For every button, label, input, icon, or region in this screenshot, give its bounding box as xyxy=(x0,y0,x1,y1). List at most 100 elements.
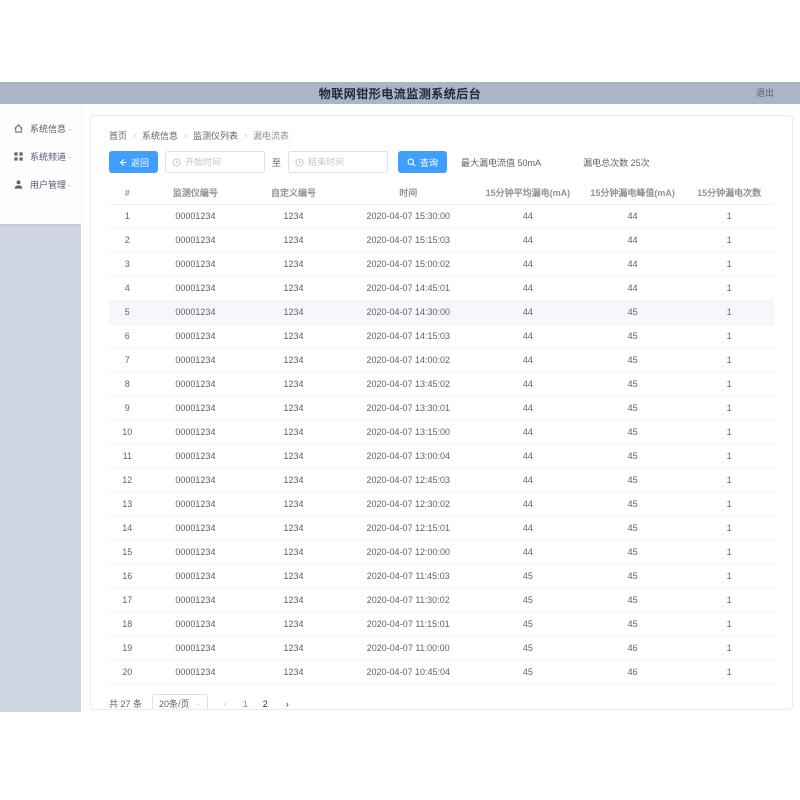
table-cell: 46 xyxy=(581,636,684,660)
clock-icon xyxy=(172,158,181,167)
prev-page-button[interactable]: ‹ xyxy=(220,699,230,709)
table-row[interactable]: 80000123412342020-04-07 13:45:0244451 xyxy=(109,372,774,396)
table-row[interactable]: 40000123412342020-04-07 14:45:0144441 xyxy=(109,276,774,300)
table-cell: 2020-04-07 12:15:01 xyxy=(342,516,475,540)
table-row[interactable]: 140000123412342020-04-07 12:15:0144451 xyxy=(109,516,774,540)
table-cell: 20 xyxy=(109,660,146,684)
sidebar-item-label: 系统信息 xyxy=(30,122,66,135)
table-cell: 2020-04-07 10:45:04 xyxy=(342,660,475,684)
table-cell: 2020-04-07 11:00:00 xyxy=(342,636,475,660)
table-cell: 45 xyxy=(581,444,684,468)
table-cell: 2020-04-07 15:00:02 xyxy=(342,252,475,276)
table-cell: 1 xyxy=(684,660,774,684)
table-cell: 1234 xyxy=(245,276,341,300)
table-row[interactable]: 70000123412342020-04-07 14:00:0244451 xyxy=(109,348,774,372)
col-header-leak-count: 15分钟漏电次数 xyxy=(684,182,774,204)
table-cell: 1 xyxy=(684,300,774,324)
start-time-field[interactable] xyxy=(185,157,258,167)
page-number-button[interactable]: 1 xyxy=(240,699,250,709)
table-row[interactable]: 200000123412342020-04-07 10:45:0445461 xyxy=(109,660,774,684)
table-cell: 45 xyxy=(475,588,581,612)
table-row[interactable]: 10000123412342020-04-07 15:30:0044441 xyxy=(109,204,774,228)
breadcrumb-item-monitor-list[interactable]: 监测仪列表 xyxy=(193,129,238,142)
table-cell: 3 xyxy=(109,252,146,276)
table-cell: 1 xyxy=(684,372,774,396)
table-row[interactable]: 110000123412342020-04-07 13:00:0444451 xyxy=(109,444,774,468)
table-row[interactable]: 120000123412342020-04-07 12:45:0344451 xyxy=(109,468,774,492)
table-cell: 1 xyxy=(109,204,146,228)
table-row[interactable]: 90000123412342020-04-07 13:30:0144451 xyxy=(109,396,774,420)
table-cell: 2020-04-07 11:30:02 xyxy=(342,588,475,612)
table-cell: 1 xyxy=(684,636,774,660)
table-row[interactable]: 130000123412342020-04-07 12:30:0244451 xyxy=(109,492,774,516)
table-cell: 00001234 xyxy=(146,444,246,468)
table-cell: 00001234 xyxy=(146,396,246,420)
table-cell: 44 xyxy=(475,420,581,444)
table-row[interactable]: 180000123412342020-04-07 11:15:0145451 xyxy=(109,612,774,636)
table-cell: 1234 xyxy=(245,228,341,252)
table-cell: 1234 xyxy=(245,420,341,444)
table-row[interactable]: 170000123412342020-04-07 11:30:0245451 xyxy=(109,588,774,612)
end-time-input[interactable] xyxy=(288,151,388,173)
table-cell: 1234 xyxy=(245,396,341,420)
table-row[interactable]: 190000123412342020-04-07 11:00:0045461 xyxy=(109,636,774,660)
table-cell: 1 xyxy=(684,276,774,300)
table-cell: 1 xyxy=(684,540,774,564)
end-time-field[interactable] xyxy=(308,157,381,167)
table-cell: 00001234 xyxy=(146,492,246,516)
table-cell: 1 xyxy=(684,468,774,492)
table-row[interactable]: 20000123412342020-04-07 15:15:0344441 xyxy=(109,228,774,252)
logout-button[interactable]: 退出 xyxy=(756,82,774,104)
chevron-down-icon: ⌄ xyxy=(195,700,202,707)
back-button[interactable]: 返回 xyxy=(109,151,158,173)
page-size-select[interactable]: 20条/页 ⌄ xyxy=(152,694,208,711)
main-content: 首页 › 系统信息 › 监测仪列表 › 漏电流表 返回 xyxy=(81,104,800,712)
table-cell: 1234 xyxy=(245,204,341,228)
table-cell: 44 xyxy=(581,228,684,252)
sidebar-item-label: 系统频道 xyxy=(30,150,66,163)
page-size-label: 20条/页 xyxy=(159,697,190,710)
table-cell: 45 xyxy=(581,324,684,348)
chevron-down-icon: ⌄ xyxy=(66,152,73,159)
table-row[interactable]: 160000123412342020-04-07 11:45:0345451 xyxy=(109,564,774,588)
table-cell: 00001234 xyxy=(146,588,246,612)
table-row[interactable]: 60000123412342020-04-07 14:15:0344451 xyxy=(109,324,774,348)
table-cell: 44 xyxy=(475,204,581,228)
table-cell: 44 xyxy=(475,252,581,276)
table-cell: 2020-04-07 13:15:00 xyxy=(342,420,475,444)
query-button[interactable]: 查询 xyxy=(398,151,447,173)
sidebar: 系统信息 ⌄ 系统频道 ⌄ 用户管理 ⌄ xyxy=(0,104,81,712)
table-cell: 44 xyxy=(475,372,581,396)
table-cell: 2020-04-07 14:45:01 xyxy=(342,276,475,300)
table-row[interactable]: 30000123412342020-04-07 15:00:0244441 xyxy=(109,252,774,276)
sidebar-item-system-channel[interactable]: 系统频道 ⌄ xyxy=(0,142,81,170)
breadcrumb-item-home[interactable]: 首页 xyxy=(109,129,127,142)
table-cell: 44 xyxy=(475,468,581,492)
table-row[interactable]: 150000123412342020-04-07 12:00:0044451 xyxy=(109,540,774,564)
table-cell: 1234 xyxy=(245,444,341,468)
user-icon xyxy=(13,179,24,190)
sidebar-item-system-info[interactable]: 系统信息 ⌄ xyxy=(0,114,81,142)
table-cell: 5 xyxy=(109,300,146,324)
col-header-avg-leak: 15分钟平均漏电(mA) xyxy=(475,182,581,204)
start-time-input[interactable] xyxy=(165,151,265,173)
table-cell: 2020-04-07 15:30:00 xyxy=(342,204,475,228)
table-row[interactable]: 50000123412342020-04-07 14:30:0044451 xyxy=(109,300,774,324)
table-cell: 00001234 xyxy=(146,228,246,252)
page-number-button[interactable]: 2 xyxy=(260,699,270,709)
table-row[interactable]: 100000123412342020-04-07 13:15:0044451 xyxy=(109,420,774,444)
table-cell: 00001234 xyxy=(146,612,246,636)
sidebar-item-user-management[interactable]: 用户管理 ⌄ xyxy=(0,170,81,198)
table-cell: 00001234 xyxy=(146,252,246,276)
table-cell: 2 xyxy=(109,228,146,252)
table-cell: 11 xyxy=(109,444,146,468)
table-cell: 1 xyxy=(684,516,774,540)
chevron-down-icon: ⌄ xyxy=(66,124,73,131)
content-card: 首页 › 系统信息 › 监测仪列表 › 漏电流表 返回 xyxy=(90,115,793,710)
table-cell: 1 xyxy=(684,564,774,588)
breadcrumb-item-system-info[interactable]: 系统信息 xyxy=(142,129,178,142)
next-page-button[interactable]: › xyxy=(282,699,292,709)
table-cell: 2020-04-07 15:15:03 xyxy=(342,228,475,252)
breadcrumb-item-leak-table: 漏电流表 xyxy=(253,129,289,142)
table-cell: 1234 xyxy=(245,492,341,516)
